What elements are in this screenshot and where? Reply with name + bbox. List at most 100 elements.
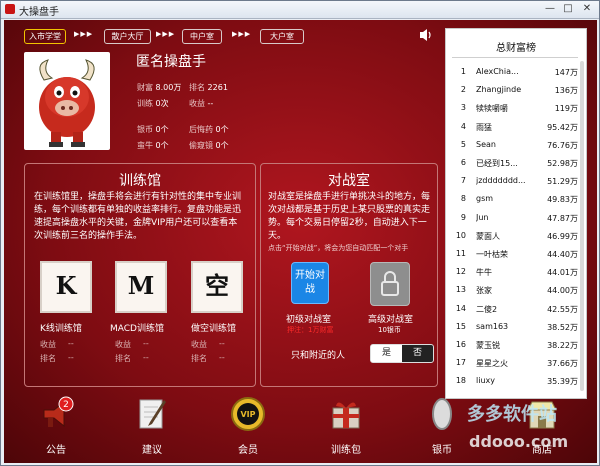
ranking-row[interactable]: 15 sam163 38.52万	[446, 322, 586, 340]
ranking-wealth-value: 35.39万	[547, 377, 578, 387]
minimize-button[interactable]: —	[541, 2, 559, 16]
vip-text: VIP	[240, 410, 255, 419]
ranking-row[interactable]: 16 蒙玉锐 38.22万	[446, 340, 586, 358]
ranking-row[interactable]: 12 牛牛 44.01万	[446, 267, 586, 285]
suggest-label[interactable]: 建议	[122, 441, 182, 456]
ranking-row[interactable]: 6 已经到15... 52.98万	[446, 158, 586, 176]
nav-retail-hall[interactable]: 散户大厅	[104, 29, 151, 44]
short-rank-label: 排名	[191, 354, 207, 363]
macd-income-label: 收益	[115, 340, 131, 349]
ranking-player-name: 蒙面人	[476, 231, 500, 241]
app-window: 大操盘手 — □ ✕ 入市学堂 ▶▶▶ 散户大厅 ▶▶▶ 中户室 ▶▶▶ 大户室	[0, 0, 600, 466]
nav-school[interactable]: 入市学堂	[24, 29, 66, 44]
ranking-player-name: Zhangjinde	[476, 85, 522, 95]
ranking-position: 13	[455, 285, 466, 295]
rank-stat: 排名 2261	[189, 82, 228, 93]
ranking-row[interactable]: 17 星星之火 37.66万	[446, 358, 586, 376]
ranking-position: 15	[455, 321, 466, 331]
training-title: 训练馆	[119, 173, 161, 189]
vip-medal-icon[interactable]: VIP	[230, 396, 266, 432]
ranking-player-name: 牛牛	[476, 268, 492, 278]
silver-stat: 银币 0个	[137, 124, 169, 135]
speaker-icon[interactable]	[419, 27, 433, 43]
ranking-row[interactable]: 1 AlexChia... 147万	[446, 67, 586, 85]
ranking-wealth-value: 52.98万	[547, 159, 578, 168]
user-name: 匿名操盘手	[136, 54, 206, 70]
ranking-row[interactable]: 14 二傻2 42.55万	[446, 304, 586, 322]
ranking-wealth-value: 147万	[554, 68, 578, 77]
notice-label[interactable]: 公告	[26, 441, 86, 456]
short-training-button[interactable]: 空	[191, 261, 243, 313]
senior-room-label: 高级对战室	[368, 315, 414, 325]
ranking-row[interactable]: 3 犊犊嚼嚼 119万	[446, 103, 586, 121]
ranking-title: 总财富榜	[496, 43, 536, 54]
pen-paper-icon[interactable]	[134, 396, 170, 432]
bull-value: 0个	[155, 141, 169, 150]
k-income-label: 收益	[40, 340, 56, 349]
ranking-position: 1	[460, 67, 466, 76]
senior-room-lock[interactable]	[370, 262, 410, 306]
silver-label: 银币	[137, 125, 153, 134]
ranking-row[interactable]: 18 liuxy 35.39万	[446, 376, 586, 394]
ranking-wealth-value: 38.22万	[547, 341, 578, 350]
ranking-row[interactable]: 4 雨猛 95.42万	[446, 122, 586, 140]
junior-room-fee: 押注：1万财富	[287, 326, 334, 334]
income-value: --	[207, 99, 214, 108]
macd-rank-value: --	[143, 353, 149, 362]
training-pack-label[interactable]: 训练包	[316, 441, 376, 456]
megaphone-icon[interactable]: 2	[38, 396, 74, 432]
ranking-wealth-value: 47.87万	[547, 213, 578, 223]
member-label[interactable]: 会员	[218, 441, 278, 456]
short-income-value: --	[219, 339, 225, 348]
ranking-position: 17	[455, 358, 466, 368]
k-line-training-button[interactable]: K	[40, 261, 92, 313]
training-description: 在训练馆里，操盘手将会进行有针对性的集中专业训练，每个训练都有单独的收益率排行。…	[34, 192, 242, 241]
ranking-wealth-value: 119万	[554, 104, 578, 114]
regret-stat: 后悔药 0个	[189, 124, 229, 135]
start-battle-button[interactable]: 开始对战	[291, 262, 329, 304]
ranking-wealth-value: 44.40万	[547, 250, 578, 259]
close-button[interactable]: ✕	[578, 2, 596, 16]
macd-income-value: --	[143, 339, 149, 348]
wealth-value: 8.00万	[155, 83, 182, 92]
ranking-player-name: jzddddddd...	[476, 176, 526, 186]
silver-value: 0个	[155, 125, 169, 134]
app-icon	[5, 4, 15, 14]
maximize-button[interactable]: □	[559, 2, 577, 16]
nearby-toggle[interactable]: 是 否	[370, 344, 434, 363]
gift-package-icon[interactable]	[328, 396, 364, 432]
ranking-row[interactable]: 8 gsm 49.83万	[446, 194, 586, 212]
ranking-row[interactable]: 9 Jun 47.87万	[446, 213, 586, 231]
avatar	[24, 52, 110, 150]
title-bar: 大操盘手 — □ ✕	[1, 1, 599, 19]
ranking-position: 11	[455, 249, 466, 258]
macd-training-button[interactable]: M	[115, 261, 167, 313]
wealth-ranking-panel: 总财富榜 1 AlexChia... 147万 2 Zhangjinde 136万 3 犊犊嚼…	[445, 28, 587, 399]
nearby-yes-option[interactable]: 是	[371, 345, 402, 362]
ranking-position: 6	[460, 158, 466, 167]
nav-arrows-icon: ▶▶▶	[74, 30, 94, 38]
short-rank-value: --	[219, 353, 225, 362]
battle-description: 对战室是操盘手进行单挑决斗的地方，每次对战都是基于历史上某只股票的真实走势。每个…	[268, 192, 431, 241]
peek-value: 0个	[215, 141, 229, 150]
ranking-player-name: 张家	[476, 286, 492, 296]
window-title: 大操盘手	[19, 7, 59, 18]
nav-big-room[interactable]: 大户室	[260, 29, 304, 44]
ranking-divider	[452, 57, 578, 58]
ranking-scrollbar[interactable]	[580, 61, 584, 391]
ranking-position: 10	[455, 230, 466, 240]
nearby-no-option[interactable]: 否	[402, 345, 433, 362]
ranking-row[interactable]: 11 一叶枯荣 44.40万	[446, 249, 586, 267]
ranking-row[interactable]: 13 张家 44.00万	[446, 285, 586, 303]
ranking-position: 2	[460, 85, 466, 95]
ranking-wealth-value: 95.42万	[547, 122, 578, 132]
ranking-player-name: 二傻2	[476, 304, 498, 314]
junior-room-label: 初级对战室	[286, 315, 332, 325]
k-rank-label: 排名	[40, 354, 56, 363]
ranking-row[interactable]: 5 Sean 76.76万	[446, 140, 586, 158]
ranking-row[interactable]: 2 Zhangjinde 136万	[446, 85, 586, 103]
ranking-row[interactable]: 10 蒙面人 46.99万	[446, 231, 586, 249]
nav-mid-room[interactable]: 中户室	[182, 29, 222, 44]
ranking-row[interactable]: 7 jzddddddd... 51.29万	[446, 176, 586, 194]
macd-training-label: MACD训练馆	[110, 324, 164, 334]
